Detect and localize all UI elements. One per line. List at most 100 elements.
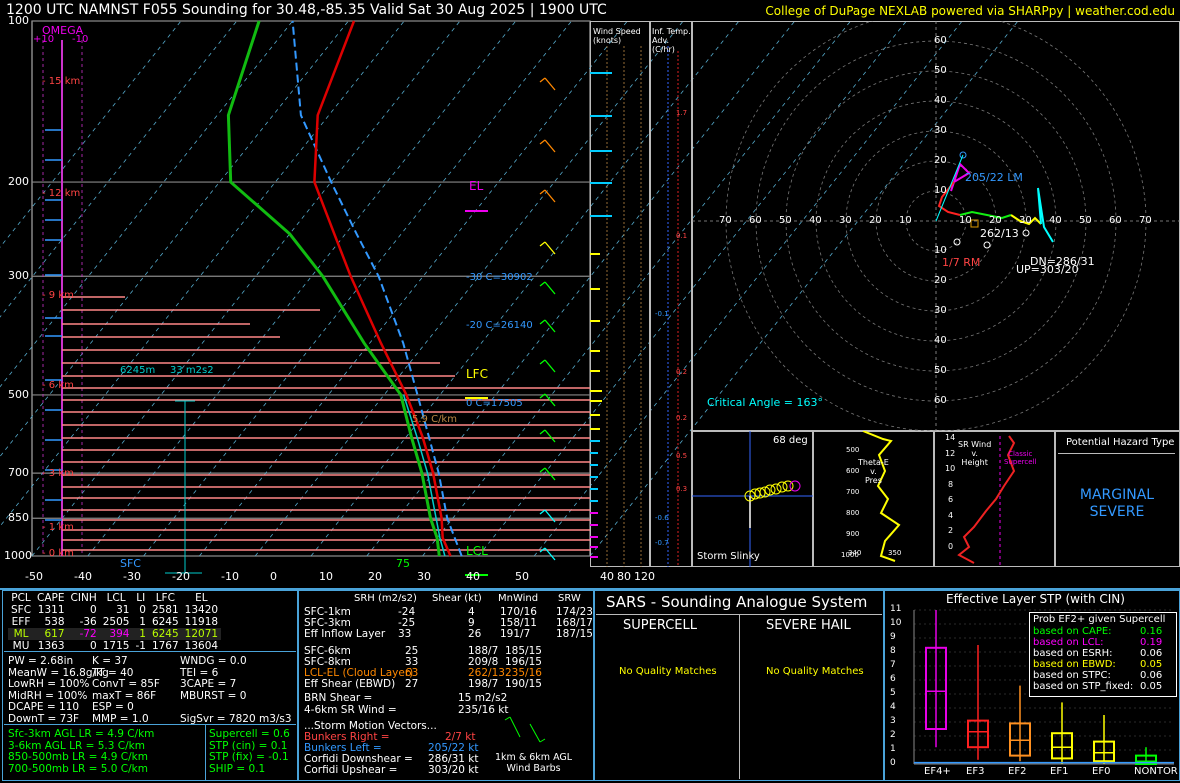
hodo-dn-label: DN=286/31 <box>1030 255 1095 268</box>
kin-header: Shear (kt) <box>432 593 482 604</box>
barbs-caption: 1km & 6km AGL Wind Barbs <box>495 752 573 774</box>
thermo-param: DownT = 73F <box>8 712 80 725</box>
stp-legend-label: based on LCL: <box>1033 637 1104 648</box>
wind-barb-flag <box>539 189 546 195</box>
credit-text: College of DuPage NEXLAB powered via SHA… <box>765 4 1175 18</box>
hodo-x-label: 70 <box>719 215 732 226</box>
hodo-y-label: 60 <box>934 35 947 46</box>
hodo-x-label: 70 <box>1139 215 1152 226</box>
sars-hail-title: SEVERE HAIL <box>766 618 851 633</box>
thermo-param: DCAPE = 110 <box>8 701 80 713</box>
height-label: - 0 km <box>42 548 74 559</box>
srwind-tick: 14 <box>945 433 956 442</box>
thermo-cell: 13420 <box>184 604 219 616</box>
hodo-rm-marker <box>953 238 961 246</box>
stp-ytick: 10 <box>890 618 902 628</box>
pressure-tick: 100 <box>8 14 29 27</box>
wind-barb-flag <box>539 467 546 473</box>
thermo-cell: ML <box>13 628 29 640</box>
hodo-x-label: 40 <box>809 215 822 226</box>
height-label: - 1 km <box>42 522 74 533</box>
thermo-header: PCL <box>11 592 31 604</box>
kin-barbs <box>504 716 546 743</box>
temp-tick: 30 <box>417 570 431 583</box>
kin-header: SRH (m2/s2) <box>354 593 417 604</box>
m20-label: -20 C=26140 <box>466 320 533 331</box>
theta-xtick: 350 <box>888 549 902 557</box>
hodo-x-label: 60 <box>1109 215 1122 226</box>
wind-speed-tick: 80 <box>617 570 631 583</box>
wind-barb <box>544 467 556 481</box>
height-label: - 15 km <box>42 76 81 87</box>
thermo-header: CAPE <box>37 592 65 604</box>
sfc-temp-label: 75 <box>396 557 410 570</box>
thermo-param: MBURST = 0 <box>180 689 247 702</box>
kin-cell: 33 <box>398 628 412 640</box>
el-label: EL <box>469 179 484 193</box>
theta-trace <box>862 431 901 562</box>
hodo-y-label: 40 <box>934 95 947 106</box>
thermo-cell: 11918 <box>184 616 219 628</box>
stp-legend-value: 0.05 <box>1140 681 1163 692</box>
thermo-param: K = 37 <box>92 655 128 667</box>
srwind-tick: 10 <box>945 464 956 473</box>
kin-cell: 27 <box>405 678 419 690</box>
thermo-header: LFC <box>155 592 175 604</box>
stp-ytick: 9 <box>890 632 896 642</box>
kin-row-label: Eff Shear (EBWD) <box>304 678 396 690</box>
hodo-y-label: 10 <box>934 185 947 196</box>
thermo-cell: 2505 <box>102 616 130 628</box>
wind-barb-flag <box>539 241 546 247</box>
wind-speed-tick: 40 <box>600 570 614 583</box>
kin-cell: 190/15 <box>505 678 542 690</box>
temp-tick: -20 <box>172 570 190 583</box>
wind-barb <box>544 319 556 333</box>
stp-category: EF2 <box>1008 766 1027 777</box>
thermo-cell: 31 <box>116 604 130 616</box>
thermo-cell: 12071 <box>184 628 219 640</box>
lapse-rate: Sfc-3km AGL LR = 4.9 C/km <box>8 728 155 740</box>
wind-barb-flag <box>539 359 546 365</box>
stp-category: EF0 <box>1092 766 1111 777</box>
theta-xtick: 340 <box>848 549 862 557</box>
stp-ytick: 5 <box>890 688 896 698</box>
pressure-tick: 200 <box>8 175 29 189</box>
stp-ytick: 0 <box>890 758 896 768</box>
wind-barb-flag <box>539 139 546 145</box>
srwind-tick: 2 <box>948 526 954 535</box>
hodo-x-label: 50 <box>1079 215 1092 226</box>
hodo-y-label: 30 <box>934 125 947 136</box>
lfc-label: LFC <box>466 367 488 381</box>
theta-tick: 500 <box>846 446 860 454</box>
srw46-label: 4-6km SR Wind = <box>304 704 397 716</box>
brn-value: 15 m2/s2 <box>458 692 508 704</box>
m30-label: -30 C=30902 <box>466 272 533 283</box>
slinky-ring <box>789 480 801 492</box>
thermo-cell: EFF <box>11 616 31 628</box>
hodo-y-label: 30 <box>934 305 947 316</box>
thermo-cell: 2581 <box>151 604 179 616</box>
stp-legend-value: 0.06 <box>1140 648 1163 659</box>
hodo-x-label: 30 <box>1019 215 1032 226</box>
hodo-y-label: 20 <box>934 275 947 286</box>
thermo-vdivider <box>205 725 206 780</box>
corfidi-up-label: Corfidi Upshear = <box>304 764 398 776</box>
pressure-tick: 1000 <box>4 549 32 562</box>
thermo-header: LI <box>136 592 146 604</box>
pressure-tick: 850 <box>8 511 29 525</box>
wind-barb <box>544 189 556 203</box>
thermo-row: EFF 538 -36 2505 1 6245 11918 <box>8 616 221 628</box>
omega-right-label: -10 <box>72 34 89 45</box>
thermo-param: MidRH = 100% <box>8 689 88 702</box>
pressure-tick: 700 <box>8 466 29 480</box>
height-label: - 3 km <box>42 468 74 479</box>
thermo-row: SFC 1311 0 31 0 2581 13420 <box>8 604 221 616</box>
stp-ytick: 4 <box>890 702 896 712</box>
stp-legend-value: 0.06 <box>1140 670 1163 681</box>
kin-cell: 191/7 <box>500 628 531 640</box>
height-label: - 6 km <box>42 380 74 391</box>
thermo-param: maxT = 86F <box>92 689 157 702</box>
stp-legend-value: 0.19 <box>1140 637 1163 648</box>
thermo-cell: -36 <box>79 616 97 628</box>
hazard-title: Potential Hazard Type <box>1066 437 1175 448</box>
